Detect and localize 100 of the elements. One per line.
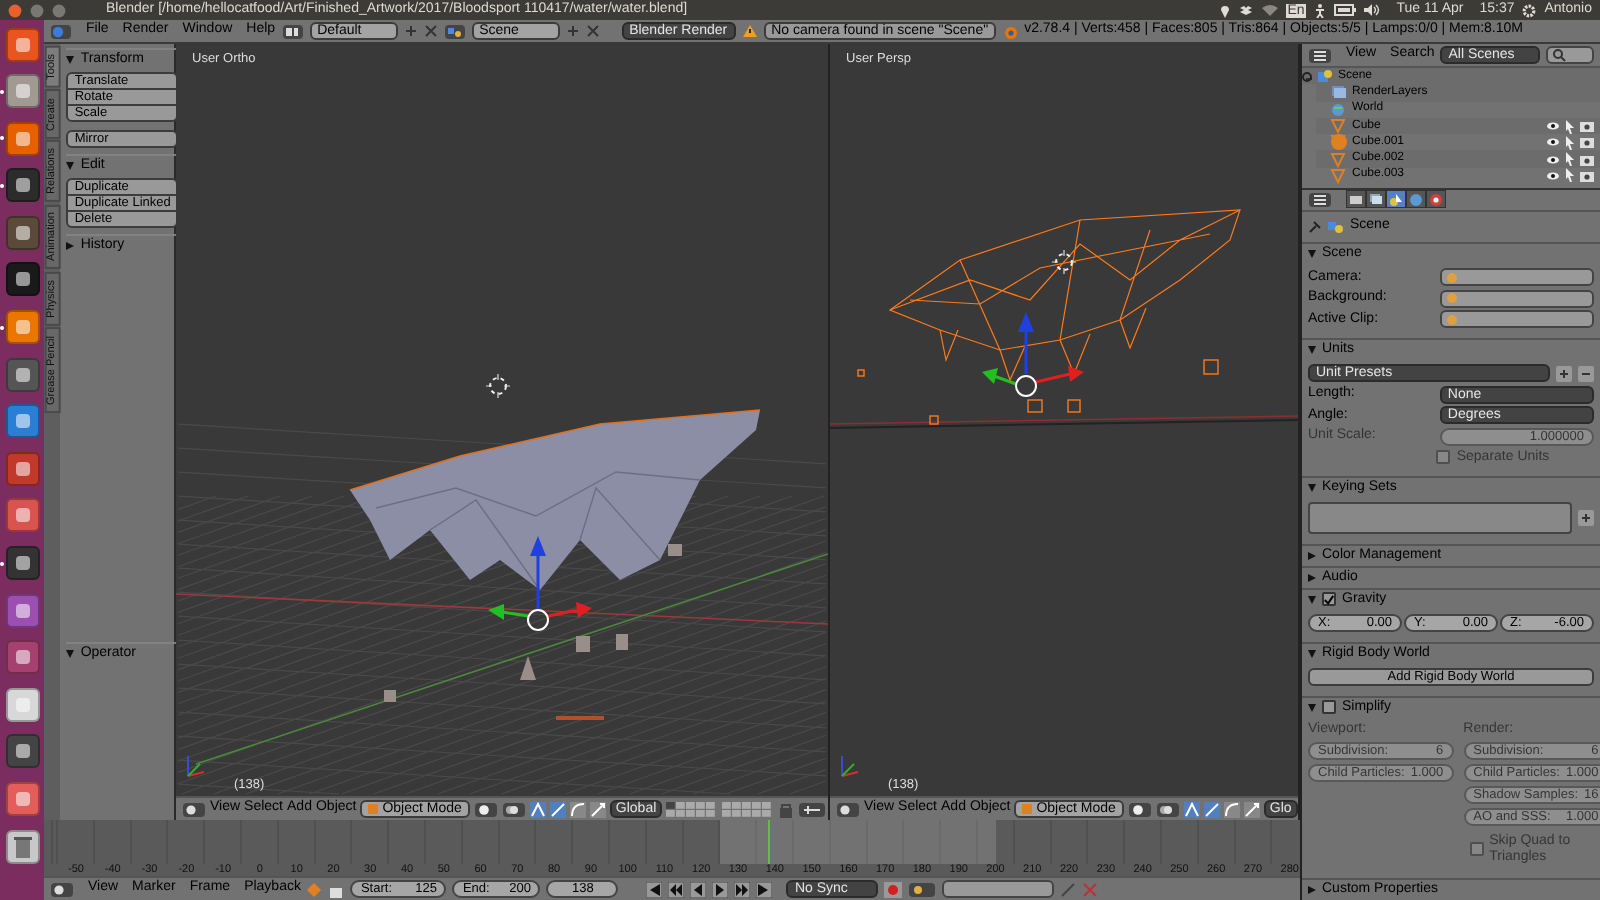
shading-icon[interactable] (1127, 801, 1152, 817)
eye-icon[interactable] (1546, 169, 1560, 182)
close-button[interactable] (8, 3, 22, 17)
camera-icon[interactable] (1580, 120, 1594, 133)
disclosure-triangle-icon[interactable] (66, 650, 75, 658)
add-preset-button[interactable] (1556, 365, 1572, 382)
close-icon[interactable] (585, 24, 600, 38)
cloud-icon[interactable] (1237, 4, 1254, 16)
checkbox[interactable] (1322, 700, 1336, 715)
gear-icon[interactable] (1522, 3, 1537, 17)
remove-preset-button[interactable] (1578, 365, 1594, 382)
scale-icon[interactable] (1243, 801, 1260, 817)
accessibility-icon[interactable] (1314, 3, 1327, 17)
info-icon[interactable] (50, 23, 72, 39)
app-icon[interactable] (5, 168, 39, 203)
camera-icon[interactable] (1580, 169, 1594, 182)
app-icon[interactable] (5, 404, 39, 439)
shading-icon[interactable] (473, 801, 498, 817)
pivot-icon[interactable] (1155, 801, 1180, 817)
disclosure-triangle-icon[interactable] (1308, 886, 1316, 894)
trash-icon[interactable] (5, 829, 39, 864)
editor-type-icon[interactable] (1308, 47, 1332, 63)
layers-grid-icon[interactable] (666, 801, 775, 817)
disclosure-triangle-icon[interactable] (66, 56, 75, 64)
object-field[interactable] (1439, 289, 1594, 308)
app-icon[interactable] (5, 27, 39, 61)
app-icon[interactable] (5, 640, 39, 675)
editor-type-icon[interactable] (836, 801, 860, 817)
playback-button[interactable] (690, 881, 707, 897)
globe-icon[interactable] (1406, 190, 1426, 209)
app-icon[interactable] (5, 687, 39, 722)
camera-icon[interactable] (1346, 190, 1366, 209)
snap-icon[interactable] (798, 801, 827, 817)
app-icon[interactable] (5, 121, 39, 156)
playback-button[interactable] (668, 881, 685, 897)
layers-icon[interactable] (1366, 190, 1386, 209)
add-icon[interactable] (403, 24, 418, 38)
maximize-button[interactable] (52, 3, 66, 17)
manipulator-icon[interactable] (529, 801, 546, 817)
app-icon[interactable] (5, 782, 39, 816)
minimize-button[interactable] (30, 3, 44, 17)
wifi-icon[interactable] (1261, 4, 1278, 16)
app-icon[interactable] (5, 74, 39, 109)
rotate-icon[interactable] (569, 801, 586, 817)
disclosure-triangle-icon[interactable] (66, 242, 75, 250)
keying-set-field[interactable] (942, 880, 1055, 898)
add-icon[interactable] (565, 24, 580, 38)
add-keying-set-button[interactable] (1578, 510, 1594, 527)
close-icon[interactable] (423, 24, 438, 38)
app-icon[interactable] (5, 734, 39, 769)
checkbox[interactable] (1322, 592, 1336, 607)
search-field[interactable] (1546, 46, 1594, 64)
object-icon[interactable] (1426, 190, 1446, 209)
disclosure-triangle-icon[interactable] (1308, 649, 1316, 658)
camera-icon[interactable] (1580, 136, 1594, 149)
editor-type-icon[interactable] (182, 801, 206, 817)
app-icon[interactable] (5, 215, 39, 250)
playback-button[interactable] (646, 881, 663, 897)
disclosure-triangle-icon[interactable] (1308, 249, 1316, 258)
pivot-icon[interactable] (501, 801, 526, 817)
playback-button[interactable] (734, 881, 751, 897)
app-icon[interactable] (5, 357, 39, 392)
object-field[interactable] (1439, 310, 1594, 329)
app-icon[interactable] (5, 546, 39, 581)
keying-set-icon[interactable] (908, 881, 937, 897)
scale-icon[interactable] (589, 801, 606, 817)
object-field[interactable] (1439, 268, 1594, 287)
translate-icon[interactable] (549, 801, 566, 817)
battery-icon[interactable] (1334, 4, 1357, 16)
rotate-icon[interactable] (1223, 801, 1240, 817)
scene-icon[interactable] (1386, 190, 1406, 209)
eye-icon[interactable] (1546, 136, 1560, 149)
camera-icon[interactable] (1580, 153, 1594, 166)
speaker-icon[interactable] (1364, 4, 1381, 16)
disclosure-triangle-icon[interactable] (66, 162, 75, 170)
render-layers-icon[interactable] (1330, 84, 1348, 101)
disclosure-triangle-icon[interactable] (1308, 345, 1316, 354)
expand-toggle-icon[interactable] (1302, 71, 1312, 82)
location-pin-icon[interactable] (1219, 3, 1230, 17)
app-icon[interactable] (5, 451, 39, 486)
globe-icon[interactable] (1330, 101, 1348, 118)
disclosure-triangle-icon[interactable] (1308, 551, 1316, 560)
transform-gizmo-drawing[interactable] (488, 536, 592, 631)
translate-icon[interactable] (1203, 801, 1220, 817)
disclosure-triangle-icon[interactable] (1308, 483, 1316, 492)
screen-layout-icon[interactable] (281, 23, 304, 39)
playback-button[interactable] (756, 881, 773, 897)
keying-sets-list[interactable] (1308, 502, 1572, 535)
app-icon[interactable] (5, 262, 39, 297)
eye-icon[interactable] (1546, 120, 1560, 133)
app-icon[interactable] (5, 498, 39, 533)
manipulator-icon[interactable] (1183, 801, 1200, 817)
playback-button[interactable] (712, 881, 729, 897)
editor-type-icon[interactable] (1308, 191, 1332, 208)
editor-type-icon[interactable] (50, 881, 74, 897)
eye-icon[interactable] (1546, 153, 1560, 166)
disclosure-triangle-icon[interactable] (1308, 573, 1316, 582)
pin-icon[interactable] (1308, 219, 1322, 234)
app-icon[interactable] (5, 310, 39, 345)
app-icon[interactable] (5, 593, 39, 628)
